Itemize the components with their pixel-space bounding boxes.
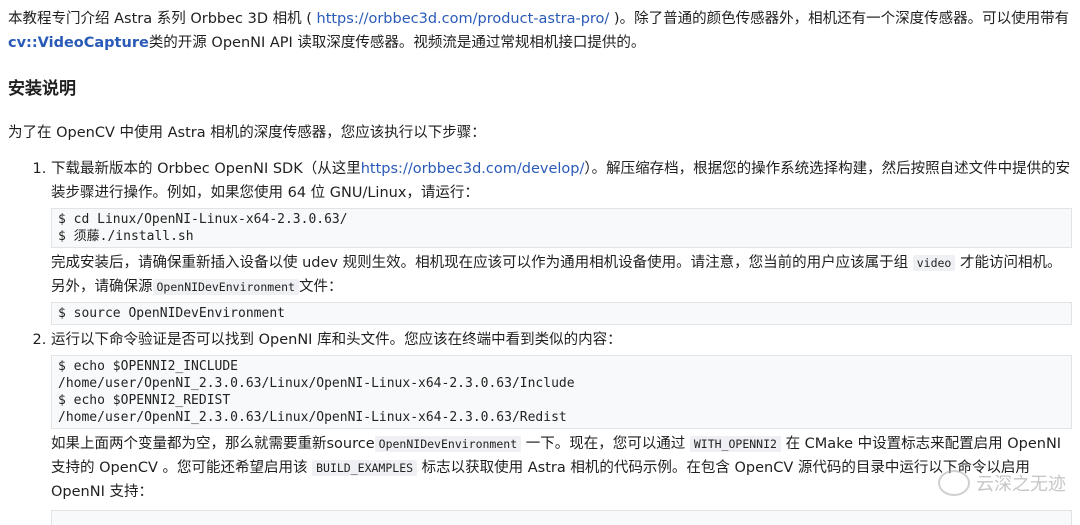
orbbec-develop-link[interactable]: https://orbbec3d.com/develop/ xyxy=(361,161,585,177)
env-file-code-2: OpenNIDevEnvironment xyxy=(374,436,522,452)
section-heading: 安装说明 xyxy=(8,79,76,99)
intro-text-1: 本教程专门介绍 Astra 系列 Orbbec 3D 相机 ( xyxy=(8,11,312,27)
step-2-after-text-2: 一下。现在，您可以通过 xyxy=(525,436,686,452)
step-2-intro: 运行以下命令验证是否可以找到 OpenNI 库和头文件。您应该在终端中看到类似的… xyxy=(51,332,622,348)
videocapture-class-link[interactable]: cv::VideoCapture xyxy=(8,35,149,51)
intro-text-3: 类的开源 OpenNI API 读取深度传感器。视频流是通过常规相机接口提供的。 xyxy=(148,35,646,51)
step-1: 下载最新版本的 Orbbec OpenNI SDK（从这里https://orb… xyxy=(51,157,1072,325)
step-1-after-text-1: 完成安装后，请确保重新插入设备以使 udev 规则生效。相机现在应该可以作为通用… xyxy=(51,255,909,271)
step-1-after-text-3: 文件： xyxy=(298,279,343,295)
intro-paragraph: 本教程专门介绍 Astra 系列 Orbbec 3D 相机 ( https://… xyxy=(8,7,1072,55)
watermark-text: 云深之无迹 xyxy=(976,474,1066,495)
source-code-block: $ source OpenNIDevEnvironment xyxy=(51,302,1072,325)
step-1-text-1: 下载最新版本的 Orbbec OpenNI SDK（从这里 xyxy=(51,161,361,177)
astra-product-link[interactable]: https://orbbec3d.com/product-astra-pro/ xyxy=(317,11,610,27)
step-2-after: 如果上面两个变量都为空，那么就需要重新source OpenNIDevEnviro… xyxy=(51,432,1072,504)
steps-list: 下载最新版本的 Orbbec OpenNI SDK（从这里https://orb… xyxy=(8,157,1072,525)
verify-code-block: $ echo $OPENNI2_INCLUDE /home/user/OpenN… xyxy=(51,355,1072,429)
step-2-after-text-1: 如果上面两个变量都为空，那么就需要重新source xyxy=(51,436,375,452)
install-code-block: $ cd Linux/OpenNI-Linux-x64-2.3.0.63/ $ … xyxy=(51,208,1072,248)
intro-text-2: )。除了普通的颜色传感器外，相机还有一个深度传感器。可以使用带有 xyxy=(613,11,1070,27)
watermark: 云深之无迹 xyxy=(938,470,1066,496)
document-page: 本教程专门介绍 Astra 系列 Orbbec 3D 相机 ( https://… xyxy=(8,0,1072,525)
with-openni2-code: WITH_OPENNI2 xyxy=(689,436,781,452)
step-1-after: 完成安装后，请确保重新插入设备以使 udev 规则生效。相机现在应该可以作为通用… xyxy=(51,251,1072,299)
wechat-logo-icon xyxy=(938,470,970,496)
build-examples-code: BUILD_EXAMPLES xyxy=(312,460,418,476)
section-lead: 为了在 OpenCV 中使用 Astra 相机的深度传感器，您应该执行以下步骤： xyxy=(8,125,486,141)
video-group-code: video xyxy=(912,255,956,271)
env-file-code: OpenNIDevEnvironment xyxy=(152,279,299,295)
step-2: 运行以下命令验证是否可以找到 OpenNI 库和头文件。您应该在终端中看到类似的… xyxy=(51,328,1072,525)
step-1-intro: 下载最新版本的 Orbbec OpenNI SDK（从这里https://orb… xyxy=(51,157,1072,205)
cmake-code-block-partial xyxy=(51,510,1072,525)
